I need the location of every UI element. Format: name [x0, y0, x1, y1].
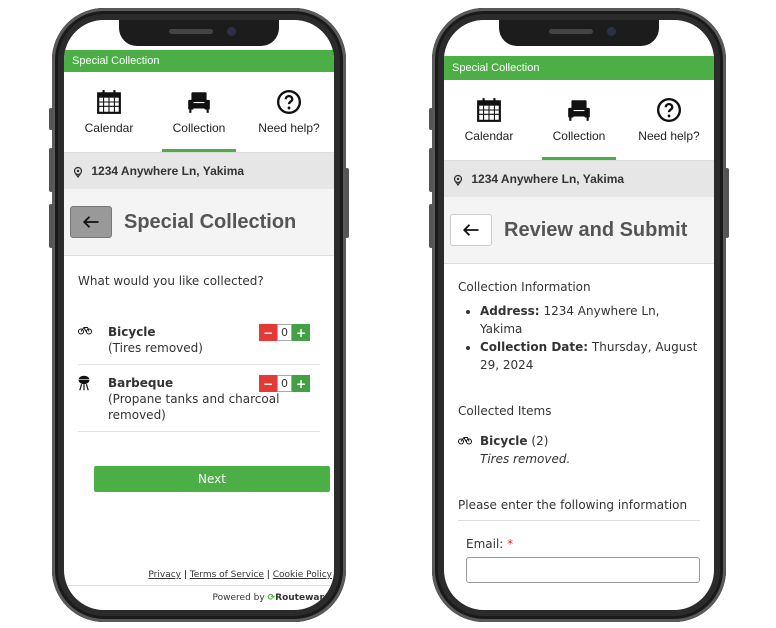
- quantity-value[interactable]: 0: [277, 324, 292, 341]
- address-text: 1234 Anywhere Ln, Yakima: [471, 172, 625, 186]
- collected-item-count: (2): [531, 434, 549, 448]
- page-header: Review and Submit: [444, 197, 714, 264]
- tab-calendar-label: Calendar: [464, 129, 514, 143]
- brand-name: Routeware: [275, 593, 330, 603]
- privacy-link[interactable]: Privacy: [148, 570, 181, 580]
- tab-need-help-label: Need help?: [258, 121, 320, 135]
- armchair-icon: [568, 100, 590, 121]
- tab-bar: Calendar Collection Need help?: [444, 80, 714, 161]
- footer-links: Privacy | Terms of Service | Cookie Poli…: [148, 570, 332, 580]
- tab-collection-label: Collection: [172, 121, 226, 135]
- phone-power-button: [345, 168, 349, 238]
- powered-by-label: Powered by: [212, 593, 265, 603]
- app-title-bar: Special Collection: [444, 56, 714, 80]
- tab-calendar-label: Calendar: [84, 121, 134, 135]
- help-icon: [656, 97, 682, 123]
- page-header: Special Collection: [64, 189, 334, 256]
- location-pin-icon: [453, 174, 463, 186]
- tab-need-help-label: Need help?: [638, 129, 700, 143]
- tab-collection[interactable]: Collection: [154, 72, 244, 152]
- tab-collection-label: Collection: [552, 129, 606, 143]
- location-pin-icon: [73, 166, 83, 178]
- powered-by: Powered by ⟳Routeware: [64, 585, 334, 610]
- tab-calendar[interactable]: Calendar: [64, 72, 154, 152]
- collected-item-name: Bicycle: [480, 434, 528, 448]
- collected-item-note: Tires removed.: [480, 452, 571, 466]
- arrow-left-icon: [82, 216, 99, 228]
- back-button[interactable]: [70, 206, 112, 238]
- calendar-icon: [477, 98, 501, 122]
- screen-review-submit: Special Collection Calendar Collection N…: [444, 20, 714, 610]
- armchair-icon: [188, 92, 210, 113]
- phone-notch: [499, 20, 659, 46]
- question-label: What would you like collected?: [78, 274, 264, 288]
- list-item-barbeque: Barbeque (Propane tanks and charcoal rem…: [78, 365, 320, 432]
- collected-item-bicycle: Bicycle (2) Tires removed.: [458, 432, 700, 468]
- footer: Privacy | Terms of Service | Cookie Poli…: [64, 565, 334, 610]
- routeware-logo-icon: ⟳: [267, 593, 276, 603]
- info-collection-date: Collection Date: Thursday, August 29, 20…: [480, 338, 700, 374]
- tab-need-help[interactable]: Need help?: [624, 80, 714, 160]
- decrement-button[interactable]: −: [259, 375, 277, 392]
- arrow-left-icon: [462, 224, 479, 236]
- next-button[interactable]: Next: [94, 466, 330, 492]
- phone-volume-down: [49, 204, 53, 248]
- info-address: Address: 1234 Anywhere Ln, Yakima: [480, 302, 700, 338]
- phone-volume-up: [429, 148, 433, 192]
- help-icon: [276, 89, 302, 115]
- screen-special-collection: Special Collection Calendar Collection N…: [64, 20, 334, 610]
- collected-items-heading: Collected Items: [458, 404, 552, 418]
- address-bar: 1234 Anywhere Ln, Yakima: [444, 161, 714, 197]
- quantity-stepper-barbeque: − 0 +: [259, 375, 310, 392]
- terms-link[interactable]: Terms of Service: [190, 570, 264, 580]
- review-content: Collection Information Address: 1234 Any…: [444, 280, 714, 583]
- item-note: (Propane tanks and charcoal removed): [108, 392, 280, 422]
- email-label: Email: *: [466, 537, 514, 551]
- phone-volume-up: [49, 148, 53, 192]
- email-field[interactable]: [466, 557, 700, 583]
- app-title-bar: Special Collection: [64, 50, 334, 72]
- list-item-bicycle: Bicycle (Tires removed) − 0 +: [78, 314, 320, 365]
- address-text: 1234 Anywhere Ln, Yakima: [91, 164, 245, 178]
- quantity-stepper-bicycle: − 0 +: [259, 324, 310, 341]
- quantity-value[interactable]: 0: [277, 375, 292, 392]
- page-title: Review and Submit: [504, 218, 688, 241]
- back-button[interactable]: [450, 214, 492, 246]
- item-note: (Tires removed): [108, 341, 203, 355]
- phone-mute-switch: [49, 108, 53, 130]
- increment-button[interactable]: +: [292, 324, 310, 341]
- phone-frame-left: Special Collection Calendar Collection N…: [49, 8, 349, 622]
- tab-bar: Calendar Collection Need help?: [64, 72, 334, 153]
- please-enter-label: Please enter the following information: [458, 498, 700, 521]
- page-title: Special Collection: [124, 210, 297, 233]
- phone-mute-switch: [429, 108, 433, 130]
- tab-calendar[interactable]: Calendar: [444, 80, 534, 160]
- address-bar: 1234 Anywhere Ln, Yakima: [64, 153, 334, 189]
- barbeque-icon: [78, 375, 90, 391]
- tab-collection[interactable]: Collection: [534, 80, 624, 160]
- collection-form: What would you like collected? Bicycle (…: [64, 274, 334, 492]
- bicycle-icon: [458, 437, 472, 445]
- collection-info-list: Address: 1234 Anywhere Ln, Yakima Collec…: [458, 302, 700, 374]
- required-indicator: *: [507, 537, 514, 551]
- collection-info-heading: Collection Information: [458, 280, 591, 294]
- decrement-button[interactable]: −: [259, 324, 277, 341]
- calendar-icon: [97, 90, 121, 114]
- tab-need-help[interactable]: Need help?: [244, 72, 334, 152]
- phone-frame-right: Special Collection Calendar Collection N…: [429, 8, 729, 622]
- cookie-policy-link[interactable]: Cookie Policy: [273, 570, 332, 580]
- bicycle-icon: [78, 327, 92, 335]
- phone-power-button: [725, 168, 729, 238]
- phone-notch: [119, 20, 279, 46]
- increment-button[interactable]: +: [292, 375, 310, 392]
- phone-volume-down: [429, 204, 433, 248]
